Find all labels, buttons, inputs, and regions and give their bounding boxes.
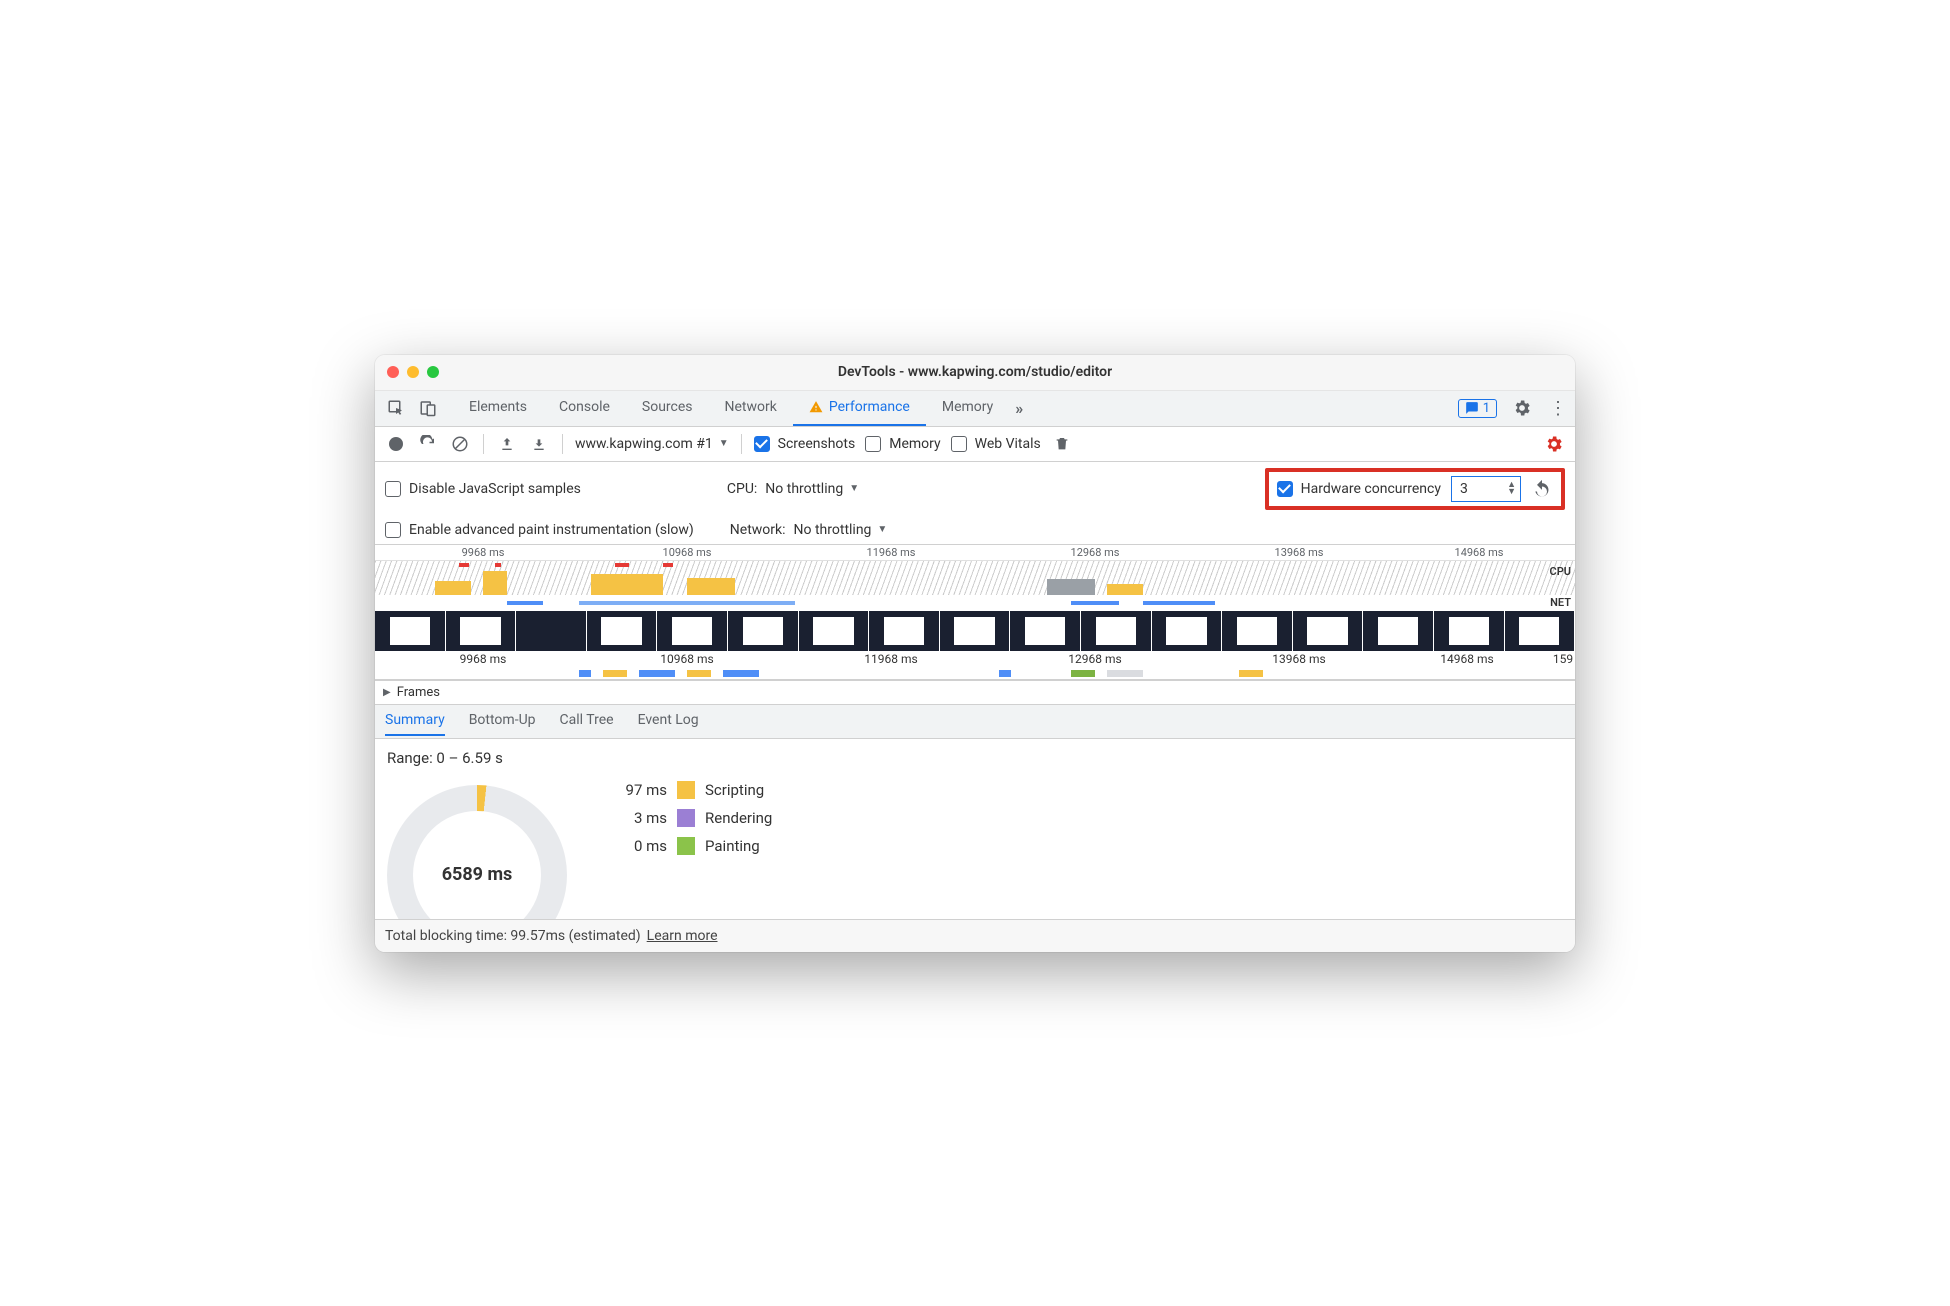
minimize-window-button[interactable] bbox=[407, 366, 419, 378]
swatch-painting bbox=[677, 837, 695, 855]
chevron-right-icon: ▶ bbox=[383, 687, 391, 698]
network-label: Network: bbox=[730, 522, 786, 538]
detail-ticks: 9968 ms 10968 ms 11968 ms 12968 ms 13968… bbox=[375, 651, 1575, 669]
stepper-icon[interactable]: ▲▼ bbox=[1507, 482, 1516, 496]
more-tabs-icon[interactable]: » bbox=[1015, 399, 1023, 418]
checkbox-icon bbox=[754, 436, 770, 452]
hardware-concurrency-highlight: Hardware concurrency 3 ▲▼ bbox=[1265, 468, 1565, 510]
subtab-event-log[interactable]: Event Log bbox=[638, 706, 699, 736]
reload-record-button[interactable] bbox=[417, 433, 439, 455]
footer-bar: Total blocking time: 99.57ms (estimated)… bbox=[375, 919, 1575, 952]
paint-instrumentation-checkbox[interactable]: Enable advanced paint instrumentation (s… bbox=[385, 522, 694, 538]
swatch-scripting bbox=[677, 781, 695, 799]
hardware-concurrency-input[interactable]: 3 ▲▼ bbox=[1451, 476, 1521, 502]
subtab-summary[interactable]: Summary bbox=[385, 706, 445, 736]
details-subtabs: Summary Bottom-Up Call Tree Event Log bbox=[375, 705, 1575, 739]
screenshots-checkbox[interactable]: Screenshots bbox=[754, 436, 856, 452]
tab-memory[interactable]: Memory bbox=[926, 390, 1009, 426]
checkbox-icon bbox=[951, 436, 967, 452]
performance-toolbar: www.kapwing.com #1▼ Screenshots Memory W… bbox=[375, 427, 1575, 462]
traffic-lights[interactable] bbox=[387, 366, 439, 378]
subtab-call-tree[interactable]: Call Tree bbox=[560, 706, 614, 736]
options-row-1: Disable JavaScript samples CPU: No throt… bbox=[375, 462, 1575, 516]
net-lane-label: NET bbox=[1550, 596, 1571, 609]
window-title: DevTools - www.kapwing.com/studio/editor bbox=[375, 364, 1575, 380]
delete-profile-button[interactable] bbox=[1051, 433, 1073, 455]
hardware-concurrency-checkbox[interactable]: Hardware concurrency bbox=[1277, 481, 1441, 497]
legend-item-scripting: 97 ms Scripting bbox=[607, 781, 772, 799]
devtools-window: DevTools - www.kapwing.com/studio/editor… bbox=[375, 355, 1575, 952]
main-tabs-bar: Elements Console Sources Network Perform… bbox=[375, 391, 1575, 427]
cpu-label: CPU: bbox=[727, 481, 757, 497]
learn-more-link[interactable]: Learn more bbox=[647, 928, 718, 944]
cpu-lane-label: CPU bbox=[1550, 565, 1571, 578]
frames-section-header[interactable]: ▶ Frames bbox=[375, 680, 1575, 705]
more-menu-icon[interactable]: ⋮ bbox=[1547, 397, 1569, 419]
tab-performance[interactable]: Performance bbox=[793, 390, 926, 426]
summary-donut-chart: 6589 ms bbox=[387, 785, 567, 919]
filmstrip[interactable] bbox=[375, 611, 1575, 651]
main-tabs: Elements Console Sources Network Perform… bbox=[453, 390, 1009, 426]
subtab-bottom-up[interactable]: Bottom-Up bbox=[469, 706, 536, 736]
options-row-2: Enable advanced paint instrumentation (s… bbox=[375, 516, 1575, 545]
disable-js-samples-checkbox[interactable]: Disable JavaScript samples bbox=[385, 481, 581, 497]
settings-icon[interactable] bbox=[1511, 397, 1533, 419]
detail-activity-track bbox=[375, 669, 1575, 679]
net-overview-lane: NET bbox=[375, 595, 1575, 611]
reset-concurrency-button[interactable] bbox=[1531, 478, 1553, 500]
close-window-button[interactable] bbox=[387, 366, 399, 378]
device-toolbar-icon[interactable] bbox=[417, 397, 439, 419]
titlebar: DevTools - www.kapwing.com/studio/editor bbox=[375, 355, 1575, 391]
tab-sources[interactable]: Sources bbox=[626, 390, 709, 426]
tab-console[interactable]: Console bbox=[543, 390, 626, 426]
checkbox-icon bbox=[1277, 481, 1293, 497]
warning-icon bbox=[809, 400, 823, 414]
capture-settings-icon[interactable] bbox=[1543, 433, 1565, 455]
summary-panel: Range: 0 – 6.59 s 6589 ms 97 ms Scriptin… bbox=[375, 739, 1575, 919]
tab-network[interactable]: Network bbox=[709, 390, 793, 426]
memory-checkbox[interactable]: Memory bbox=[865, 436, 940, 452]
issues-badge[interactable]: 1 bbox=[1458, 399, 1497, 418]
inspect-element-icon[interactable] bbox=[385, 397, 407, 419]
legend-item-rendering: 3 ms Rendering bbox=[607, 809, 772, 827]
checkbox-icon bbox=[385, 481, 401, 497]
timeline-overview[interactable]: 9968 ms 10968 ms 11968 ms 12968 ms 13968… bbox=[375, 545, 1575, 680]
checkbox-icon bbox=[385, 522, 401, 538]
save-profile-button[interactable] bbox=[528, 433, 550, 455]
message-icon bbox=[1465, 401, 1479, 415]
cpu-overview-lane: CPU bbox=[375, 561, 1575, 595]
network-throttling-selector[interactable]: No throttling▼ bbox=[794, 522, 888, 538]
load-profile-button[interactable] bbox=[496, 433, 518, 455]
swatch-rendering bbox=[677, 809, 695, 827]
record-button[interactable] bbox=[385, 433, 407, 455]
overview-ticks: 9968 ms 10968 ms 11968 ms 12968 ms 13968… bbox=[375, 545, 1575, 561]
maximize-window-button[interactable] bbox=[427, 366, 439, 378]
summary-legend: 97 ms Scripting 3 ms Rendering 0 ms Pain… bbox=[607, 781, 772, 855]
target-selector[interactable]: www.kapwing.com #1▼ bbox=[575, 436, 729, 452]
blocking-time-text: Total blocking time: 99.57ms (estimated) bbox=[385, 928, 641, 944]
webvitals-checkbox[interactable]: Web Vitals bbox=[951, 436, 1041, 452]
checkbox-icon bbox=[865, 436, 881, 452]
donut-total: 6589 ms bbox=[442, 864, 513, 885]
legend-item-painting: 0 ms Painting bbox=[607, 837, 772, 855]
range-label: Range: 0 – 6.59 s bbox=[387, 749, 1563, 767]
clear-button[interactable] bbox=[449, 433, 471, 455]
cpu-throttling-selector[interactable]: No throttling▼ bbox=[765, 481, 859, 497]
tab-elements[interactable]: Elements bbox=[453, 390, 543, 426]
